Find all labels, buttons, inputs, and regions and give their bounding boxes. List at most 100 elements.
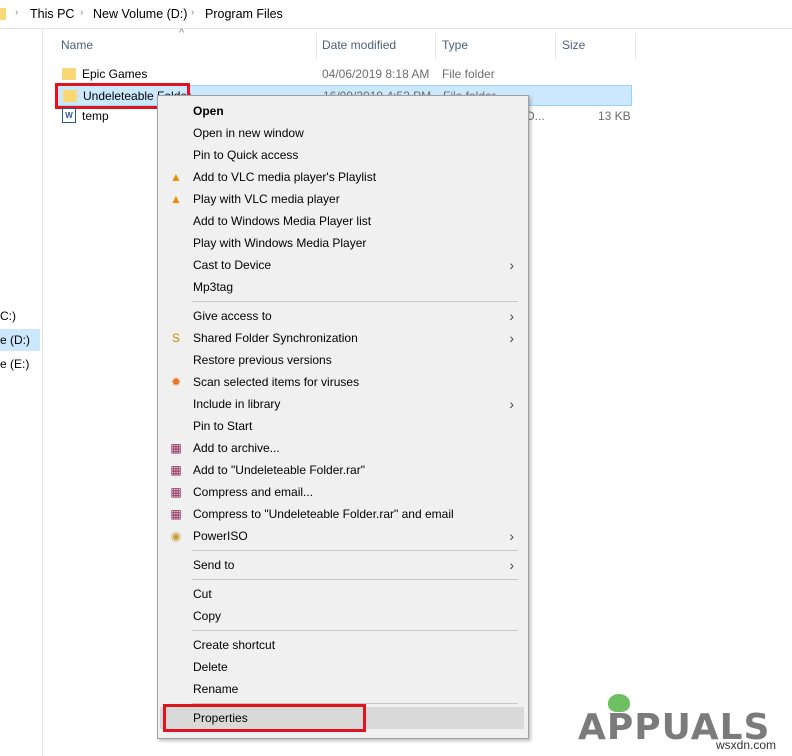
- menu-item-label: Scan selected items for viruses: [193, 375, 360, 389]
- menu-item-label: Restore previous versions: [193, 353, 332, 367]
- word-document-icon: W: [62, 108, 76, 124]
- menu-item-play-with-windows-media-player[interactable]: Play with Windows Media Player: [160, 232, 524, 254]
- menu-item-give-access-to[interactable]: Give access to ›: [160, 305, 524, 327]
- file-size: 13 KB: [598, 109, 631, 123]
- menu-item-label: Send to: [193, 558, 235, 572]
- menu-item-poweriso[interactable]: ◉ PowerISO ›: [160, 525, 524, 547]
- menu-separator: [192, 301, 518, 302]
- chevron-right-icon: ›: [509, 257, 514, 273]
- menu-item-label: Open: [193, 104, 224, 118]
- column-divider[interactable]: [316, 33, 317, 59]
- menu-item-copy[interactable]: Copy: [160, 605, 524, 627]
- menu-item-label: Shared Folder Synchronization: [193, 331, 358, 345]
- sidebar-drive-d[interactable]: e (D:): [0, 329, 40, 351]
- menu-item-label: Compress to "Undeleteable Folder.rar" an…: [193, 507, 454, 521]
- menu-item-compress-and-email[interactable]: ▦ Compress and email...: [160, 481, 524, 503]
- chevron-right-icon: ›: [15, 7, 19, 18]
- menu-item-delete[interactable]: Delete: [160, 656, 524, 678]
- chevron-right-icon: ›: [509, 396, 514, 412]
- menu-item-scan-selected-items-for-viruses[interactable]: ✸ Scan selected items for viruses: [160, 371, 524, 393]
- menu-item-label: Pin to Start: [193, 419, 253, 433]
- avast-icon: ✸: [170, 375, 182, 389]
- menu-item-label: Play with Windows Media Player: [193, 236, 367, 250]
- menu-item-label: Cut: [193, 587, 212, 601]
- vlc-icon: ▲: [170, 192, 182, 206]
- menu-item-add-to-undeleteable-folder-rar[interactable]: ▦ Add to "Undeleteable Folder.rar": [160, 459, 524, 481]
- sidebar-drive-c[interactable]: C:): [0, 305, 40, 327]
- menu-item-compress-to-undeleteable-folder-rar-and-email[interactable]: ▦ Compress to "Undeleteable Folder.rar" a…: [160, 503, 524, 525]
- chevron-right-icon: ›: [509, 330, 514, 346]
- context-menu: Open Open in new window Pin to Quick acces…: [157, 95, 529, 739]
- menu-item-label: Compress and email...: [193, 485, 314, 499]
- column-header-type[interactable]: Type: [442, 38, 468, 52]
- menu-item-cast-to-device[interactable]: Cast to Device ›: [160, 254, 524, 276]
- vlc-icon: ▲: [170, 170, 182, 184]
- menu-item-label: Add to archive...: [193, 441, 280, 455]
- menu-item-include-in-library[interactable]: Include in library ›: [160, 393, 524, 415]
- breadcrumb-this-pc[interactable]: This PC: [30, 7, 74, 21]
- menu-item-label: Pin to Quick access: [193, 148, 299, 162]
- file-type: File folder: [442, 67, 495, 81]
- menu-item-label: Include in library: [193, 397, 281, 411]
- menu-item-add-to-vlc-media-player-s-playlist[interactable]: ▲ Add to VLC media player's Playlist: [160, 166, 524, 188]
- sort-ascending-icon: ^: [179, 27, 185, 39]
- menu-item-pin-to-start[interactable]: Pin to Start: [160, 415, 524, 437]
- menu-item-create-shortcut[interactable]: Create shortcut: [160, 634, 524, 656]
- sidebar-divider: [42, 28, 43, 756]
- menu-item-label: Add to Windows Media Player list: [193, 214, 372, 228]
- poweriso-icon: ◉: [170, 529, 182, 543]
- menu-item-label: Rename: [193, 682, 239, 696]
- watermark-site: wsxdn.com: [716, 738, 777, 752]
- breadcrumb-program-files[interactable]: Program Files: [205, 7, 283, 21]
- column-divider[interactable]: [635, 33, 636, 59]
- column-divider[interactable]: [435, 33, 436, 59]
- menu-item-send-to[interactable]: Send to ›: [160, 554, 524, 576]
- chevron-right-icon: ›: [509, 308, 514, 324]
- folder-icon: [0, 8, 6, 20]
- sidebar-drive-e[interactable]: e (E:): [0, 353, 40, 375]
- winrar-icon: ▦: [170, 441, 182, 455]
- breadcrumb-new-volume[interactable]: New Volume (D:): [93, 7, 187, 21]
- file-row[interactable]: Epic Games 04/06/2019 8:18 AM File folde…: [56, 64, 632, 85]
- menu-item-label: Copy: [193, 609, 222, 623]
- menu-item-open-in-new-window[interactable]: Open in new window: [160, 122, 524, 144]
- menu-item-add-to-windows-media-player-list[interactable]: Add to Windows Media Player list: [160, 210, 524, 232]
- menu-item-play-with-vlc-media-player[interactable]: ▲ Play with VLC media player: [160, 188, 524, 210]
- menu-item-label: PowerISO: [193, 529, 248, 543]
- menu-item-pin-to-quick-access[interactable]: Pin to Quick access: [160, 144, 524, 166]
- menu-item-cut[interactable]: Cut: [160, 583, 524, 605]
- menu-item-label: Add to VLC media player's Playlist: [193, 170, 377, 184]
- menu-item-mp3tag[interactable]: Mp3tag: [160, 276, 524, 298]
- chevron-right-icon: ›: [509, 557, 514, 573]
- column-divider[interactable]: [555, 33, 556, 59]
- menu-item-label: Create shortcut: [193, 638, 276, 652]
- chevron-right-icon: ›: [509, 528, 514, 544]
- menu-item-open[interactable]: Open: [160, 100, 524, 122]
- menu-item-label: Add to "Undeleteable Folder.rar": [193, 463, 365, 477]
- winrar-icon: ▦: [170, 463, 182, 477]
- menu-item-add-to-archive[interactable]: ▦ Add to archive...: [160, 437, 524, 459]
- menu-separator: [192, 550, 518, 551]
- column-header-name[interactable]: Name: [61, 38, 93, 52]
- chevron-right-icon: ›: [191, 7, 195, 18]
- column-header-size[interactable]: Size: [562, 38, 585, 52]
- menu-item-label: Play with VLC media player: [193, 192, 340, 206]
- sync-icon: S: [171, 331, 180, 345]
- menu-item-label: Open in new window: [193, 126, 304, 140]
- menu-item-label: Cast to Device: [193, 258, 272, 272]
- menu-separator: [192, 579, 518, 580]
- menu-item-rename[interactable]: Rename: [160, 678, 524, 700]
- menu-separator: [192, 630, 518, 631]
- highlight-box: [163, 704, 366, 732]
- folder-icon: [62, 67, 76, 80]
- chevron-right-icon: ›: [80, 7, 84, 18]
- menu-item-label: Delete: [193, 660, 228, 674]
- file-date: 04/06/2019 8:18 AM: [322, 67, 430, 81]
- winrar-icon: ▦: [170, 485, 182, 499]
- menu-item-label: Give access to: [193, 309, 272, 323]
- menu-item-shared-folder-synchronization[interactable]: S Shared Folder Synchronization ›: [160, 327, 524, 349]
- address-bar[interactable]: › This PC › New Volume (D:) › Program Fi…: [0, 0, 792, 29]
- column-header-date[interactable]: Date modified: [322, 38, 396, 52]
- menu-item-restore-previous-versions[interactable]: Restore previous versions: [160, 349, 524, 371]
- file-name: Epic Games: [82, 67, 148, 81]
